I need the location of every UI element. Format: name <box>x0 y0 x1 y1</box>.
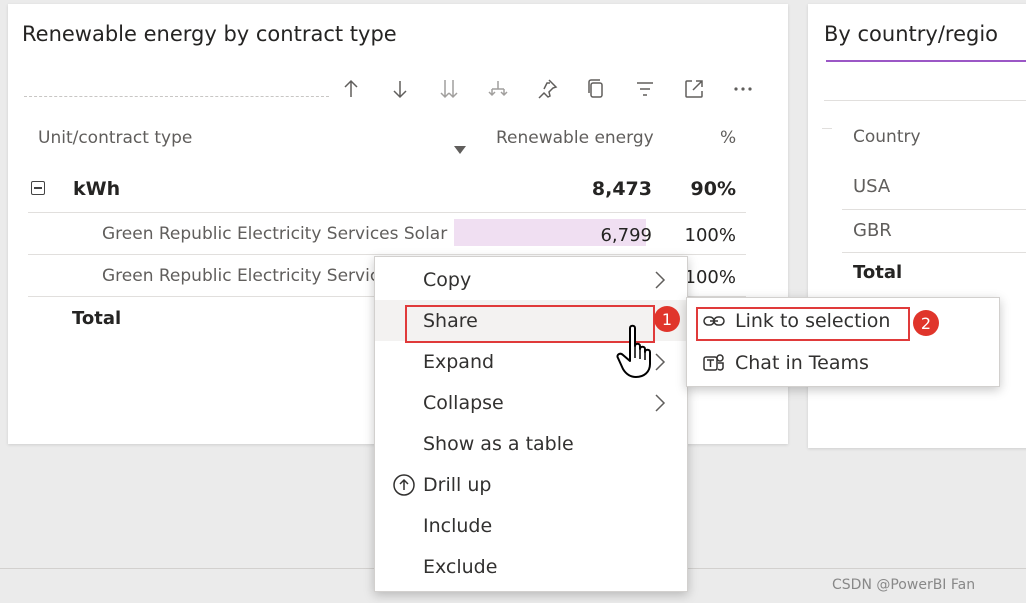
row-divider <box>28 254 746 255</box>
sort-descending-indicator <box>454 146 466 154</box>
row-label-service[interactable]: Green Republic Electricity Service <box>102 266 390 286</box>
row-percent-kwh[interactable]: 90% <box>664 178 736 200</box>
column-header-percent[interactable]: % <box>720 128 736 148</box>
menu-item-collapse[interactable]: Collapse <box>375 382 687 423</box>
menu-item-include[interactable]: Include <box>375 505 687 546</box>
toolbar-divider <box>24 96 329 97</box>
drill-up-icon <box>393 473 415 496</box>
row-value-solar[interactable]: 6,799 <box>540 225 652 246</box>
menu-item-label: Exclude <box>423 555 498 578</box>
row-divider <box>842 209 1026 210</box>
menu-item-label: Drill up <box>423 473 492 496</box>
filter-icon[interactable] <box>620 72 669 106</box>
watermark-text: CSDN @PowerBI Fan <box>832 577 976 593</box>
teams-icon <box>703 354 724 371</box>
hand-cursor-icon <box>616 324 651 378</box>
title-underline <box>826 60 1026 62</box>
menu-item-label: Show as a table <box>423 432 574 455</box>
row-value-kwh[interactable]: 8,473 <box>540 178 652 200</box>
country-gbr[interactable]: GBR <box>853 220 892 241</box>
country-usa[interactable]: USA <box>853 176 890 197</box>
drill-down-all-icon[interactable] <box>424 72 473 106</box>
expand-hierarchy-icon[interactable] <box>473 72 522 106</box>
menu-item-label: Collapse <box>423 391 504 414</box>
total-label: Total <box>853 262 903 283</box>
chevron-right-icon <box>655 393 666 412</box>
toolbar-divider <box>824 100 1026 101</box>
submenu-item-chat-in-teams[interactable]: Chat in Teams <box>687 342 999 384</box>
copy-visual-icon[interactable] <box>571 72 620 106</box>
pin-icon[interactable] <box>522 72 571 106</box>
menu-item-label: Expand <box>423 350 495 373</box>
card-title: By country/regio <box>824 22 998 46</box>
menu-item-drill-up[interactable]: Drill up <box>375 464 687 505</box>
row-label-kwh[interactable]: kWh <box>73 178 120 200</box>
total-label: Total <box>72 308 122 329</box>
submenu-item-label: Chat in Teams <box>735 352 869 374</box>
chevron-right-icon <box>655 270 666 289</box>
menu-item-label: Include <box>423 514 493 537</box>
row-label-solar[interactable]: Green Republic Electricity Services Sola… <box>102 224 447 244</box>
column-header-country[interactable]: Country <box>853 127 921 147</box>
column-header-unit[interactable]: Unit/contract type <box>38 128 192 148</box>
menu-item-label: Copy <box>423 268 472 291</box>
annotation-badge-2: 2 <box>913 310 939 336</box>
annotation-box-link <box>696 307 910 341</box>
column-header-renewable[interactable]: Renewable energy <box>496 128 654 148</box>
sort-descending-icon[interactable] <box>375 72 424 106</box>
row-percent-solar[interactable]: 100% <box>664 225 736 246</box>
visual-header-toolbar <box>326 72 767 106</box>
menu-item-show-as-table[interactable]: Show as a table <box>375 423 687 464</box>
more-options-icon[interactable] <box>718 72 767 106</box>
focus-mode-icon[interactable] <box>669 72 718 106</box>
collapse-row-icon[interactable] <box>31 181 45 195</box>
menu-item-copy[interactable]: Copy <box>375 259 687 300</box>
row-divider <box>28 212 746 213</box>
menu-item-exclude[interactable]: Exclude <box>375 546 687 587</box>
row-divider <box>842 252 1026 253</box>
card-title: Renewable energy by contract type <box>22 22 397 46</box>
sort-ascending-icon[interactable] <box>326 72 375 106</box>
header-tick <box>822 128 832 129</box>
